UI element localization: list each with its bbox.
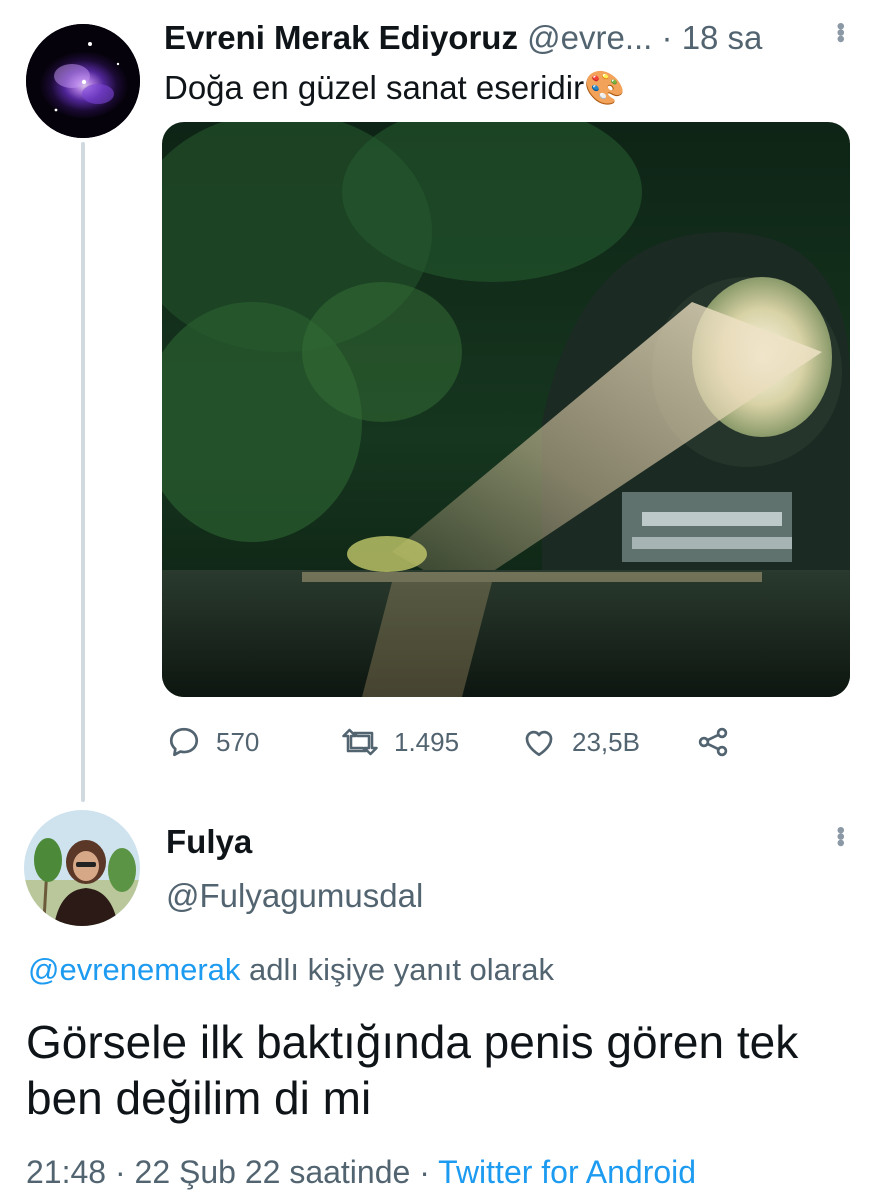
thread-line xyxy=(81,142,85,802)
tweet2-metadata: 21:48 · 22 Şub 22 saatinde · Twitter for… xyxy=(26,1152,696,1192)
reply-mention-link[interactable]: @evrenemerak xyxy=(28,952,240,987)
tweet2-text: Görsele ilk baktığında penis gören tek b… xyxy=(26,1016,799,1124)
retweet-icon xyxy=(340,724,380,760)
tweet2-source-link[interactable]: Twitter for Android xyxy=(438,1154,696,1190)
tweet1-author-handle[interactable]: @evre... xyxy=(527,19,652,56)
retweet-count: 1.495 xyxy=(394,726,460,757)
replying-to: @evrenemerak adlı kişiye yanıt olarak xyxy=(28,950,554,990)
reply-suffix: adlı kişiye yanıt olarak xyxy=(249,952,554,987)
tweet1-separator: · xyxy=(661,19,673,56)
like-count: 23,5B xyxy=(572,726,640,757)
palette-emoji: 🎨 xyxy=(584,69,626,106)
tweet1-text-content: Doğa en güzel sanat eseridir xyxy=(164,69,585,106)
tweet1-photo[interactable] xyxy=(162,122,850,697)
profile-photo xyxy=(24,810,140,926)
tweet1-header: Evreni Merak Ediyoruz @evre... · 18 sa xyxy=(164,18,762,58)
reply-action[interactable]: 570 xyxy=(166,722,259,762)
meta-separator: · xyxy=(114,1154,126,1190)
tweet2-time[interactable]: 21:48 xyxy=(26,1154,106,1190)
tweet1-text: Doğa en güzel sanat eseridir🎨 xyxy=(164,68,625,108)
cave-waterfall-image xyxy=(162,122,850,697)
more-options-icon[interactable]: ••• xyxy=(826,22,854,41)
tweet1-author-name[interactable]: Evreni Merak Ediyoruz xyxy=(164,19,518,56)
retweet-action[interactable]: 1.495 xyxy=(340,722,459,762)
avatar-fulya[interactable] xyxy=(24,810,140,926)
share-action[interactable] xyxy=(694,722,732,762)
nebula-image xyxy=(26,24,140,138)
tweet2-author-name[interactable]: Fulya xyxy=(166,822,252,862)
reply-count: 570 xyxy=(216,726,260,757)
avatar-evreni-merak[interactable] xyxy=(26,24,140,138)
tweet2-date[interactable]: 22 Şub 22 saatinde xyxy=(135,1154,411,1190)
like-icon xyxy=(520,724,558,760)
meta-separator: · xyxy=(419,1154,430,1190)
reply-icon xyxy=(166,724,202,760)
tweet2-author-handle[interactable]: @Fulyagumusdal xyxy=(166,876,423,916)
more-options-icon[interactable]: ••• xyxy=(826,826,854,845)
share-icon xyxy=(694,724,732,760)
tweet1-timestamp[interactable]: 18 sa xyxy=(682,19,763,56)
like-action[interactable]: 23,5B xyxy=(520,722,640,762)
